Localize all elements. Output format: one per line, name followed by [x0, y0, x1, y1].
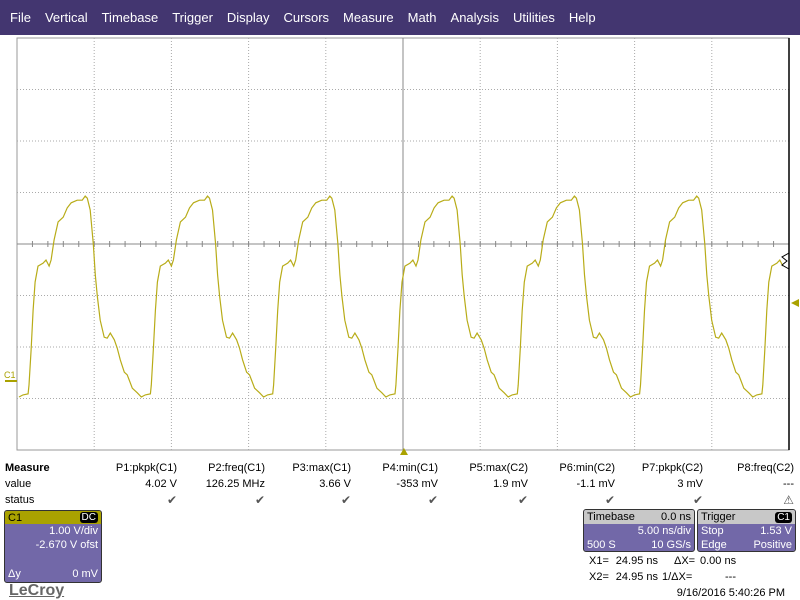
menu-vertical[interactable]: Vertical [45, 10, 88, 25]
menu-trigger[interactable]: Trigger [172, 10, 213, 25]
trigger-slope: Positive [753, 539, 792, 551]
menu-bar: File Vertical Timebase Trigger Display Cursor… [0, 0, 800, 35]
param-name[interactable]: P6:min(C2) [525, 462, 615, 474]
param-name[interactable]: P2:freq(C1) [175, 462, 265, 474]
trigger-position-marker[interactable] [400, 448, 408, 455]
param-value: -1.1 mV [576, 478, 615, 490]
check-icon: ✔ [692, 493, 703, 507]
delta-y-label: Δy [8, 568, 21, 580]
cursor-marker[interactable] [781, 252, 790, 270]
param-value: --- [783, 478, 794, 490]
param-name[interactable]: P7:pkpk(C2) [613, 462, 703, 474]
trigger-panel[interactable]: Trigger C1 Stop 1.53 V Edge Positive [697, 509, 796, 552]
c1-trace [18, 195, 784, 398]
menu-analysis[interactable]: Analysis [451, 10, 499, 25]
dx-label: ΔX= [674, 555, 696, 567]
c1-offset-marker[interactable] [5, 380, 17, 382]
check-icon: ✔ [166, 493, 177, 507]
trigger-level: 1.53 V [760, 525, 792, 537]
trigger-title: Trigger [701, 511, 736, 523]
check-icon: ✔ [427, 493, 438, 507]
timebase-panel[interactable]: Timebase 0.0 ns 5.00 ns/div 500 S 10 GS/s [583, 509, 695, 552]
status-row-label: status [5, 494, 35, 506]
timebase-delay: 0.0 ns [661, 511, 691, 523]
timebase-title: Timebase [587, 511, 635, 523]
trigger-type: Edge [701, 539, 727, 551]
trigger-mode: Stop [701, 525, 724, 537]
check-icon: ✔ [517, 493, 528, 507]
check-icon: ✔ [254, 493, 265, 507]
x1-value: 24.95 ns [615, 555, 658, 567]
menu-measure[interactable]: Measure [343, 10, 394, 25]
param-value: -353 mV [396, 478, 438, 490]
trigger-level-marker[interactable] [791, 299, 799, 307]
param-value: 1.9 mV [493, 478, 528, 490]
param-value: 4.02 V [145, 478, 177, 490]
value-row-label: value [5, 478, 32, 490]
volts-per-div: 1.00 V/div [49, 525, 98, 537]
param-name[interactable]: P5:max(C2) [438, 462, 528, 474]
measure-title: Measure [5, 462, 50, 474]
menu-file[interactable]: File [10, 10, 31, 25]
timestamp: 9/16/2016 5:40:26 PM [676, 587, 785, 599]
param-value: 126.25 MHz [205, 478, 265, 490]
menu-cursors[interactable]: Cursors [284, 10, 330, 25]
x2-value: 24.95 ns [615, 571, 658, 583]
inv-dx-value: --- [725, 571, 736, 583]
warning-icon: ⚠ [783, 493, 794, 507]
check-icon: ✔ [604, 493, 615, 507]
c1-marker-label: C1 [4, 370, 16, 380]
delta-y-value: 0 mV [72, 568, 98, 580]
param-value: 3.66 V [319, 478, 351, 490]
menu-utilities[interactable]: Utilities [513, 10, 555, 25]
x1-label: X1= [589, 555, 609, 567]
menu-math[interactable]: Math [408, 10, 437, 25]
param-name[interactable]: P8:freq(C2) [704, 462, 794, 474]
channel-c1-panel[interactable]: C1 DC 1.00 V/div -2.670 V ofst Δy 0 mV [4, 510, 102, 583]
inv-dx-label: 1/ΔX= [662, 571, 693, 583]
sample-rate: 10 GS/s [651, 539, 691, 551]
param-name[interactable]: P4:min(C1) [348, 462, 438, 474]
menu-display[interactable]: Display [227, 10, 270, 25]
lecroy-logo: LeCroy [9, 582, 65, 599]
trigger-source-badge: C1 [775, 511, 792, 523]
param-value: 3 mV [677, 478, 703, 490]
coupling-badge: DC [79, 512, 98, 523]
param-name[interactable]: P3:max(C1) [261, 462, 351, 474]
time-per-div: 5.00 ns/div [637, 525, 691, 537]
menu-help[interactable]: Help [569, 10, 596, 25]
offset: -2.670 V ofst [35, 539, 98, 551]
channel-name: C1 [8, 511, 23, 524]
x2-label: X2= [589, 571, 609, 583]
waveform-display[interactable]: C1 [0, 35, 800, 460]
dx-value: 0.00 ns [700, 555, 737, 567]
check-icon: ✔ [340, 493, 351, 507]
sample-count: 500 S [587, 539, 616, 551]
param-name[interactable]: P1:pkpk(C1) [87, 462, 177, 474]
menu-timebase[interactable]: Timebase [102, 10, 159, 25]
